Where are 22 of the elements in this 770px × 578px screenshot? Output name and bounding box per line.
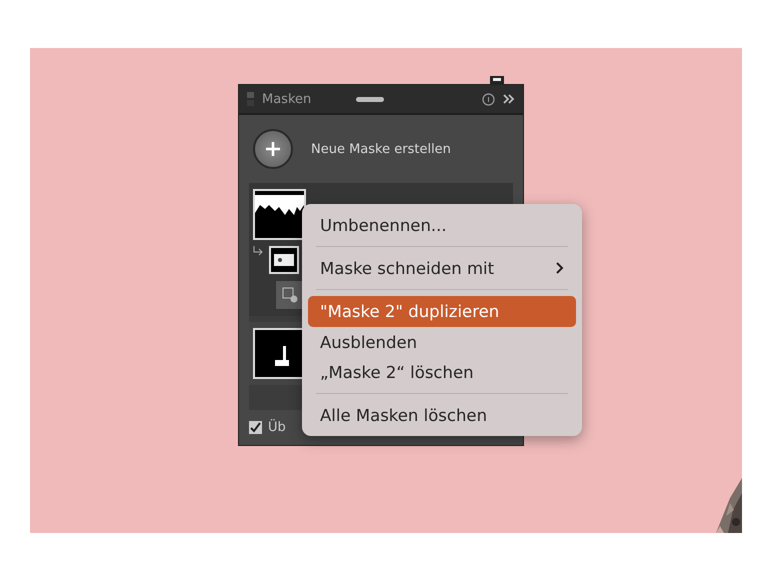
- add-submask-button[interactable]: [275, 280, 305, 310]
- panel-grip-icon[interactable]: [247, 92, 254, 106]
- double-chevron-icon[interactable]: [503, 94, 515, 104]
- drag-handle-icon[interactable]: [356, 96, 384, 102]
- menu-item[interactable]: „Maske 2“ löschen: [308, 357, 576, 387]
- menu-item[interactable]: Ausblenden: [308, 327, 576, 357]
- menu-item[interactable]: Maske schneiden mit: [308, 253, 576, 283]
- shape-plus-icon: [282, 287, 298, 303]
- overlay-checkbox-label: Üb: [268, 420, 286, 435]
- menu-item[interactable]: "Maske 2" duplizieren: [308, 296, 576, 327]
- plus-icon: [266, 142, 280, 156]
- subitem-arrow-icon: [253, 246, 263, 256]
- chevron-right-icon: [556, 262, 564, 274]
- panel-title: Masken: [262, 92, 312, 106]
- menu-item[interactable]: Alle Masken löschen: [308, 400, 576, 430]
- submask-thumbnail[interactable]: [269, 246, 299, 274]
- overlay-checkbox[interactable]: [249, 421, 262, 434]
- mask-thumbnail[interactable]: [253, 189, 306, 240]
- help-icon[interactable]: [482, 92, 495, 106]
- new-mask-label: Neue Maske erstellen: [311, 142, 451, 156]
- menu-item[interactable]: Umbenennen...: [308, 210, 576, 240]
- new-mask-button[interactable]: [253, 129, 293, 169]
